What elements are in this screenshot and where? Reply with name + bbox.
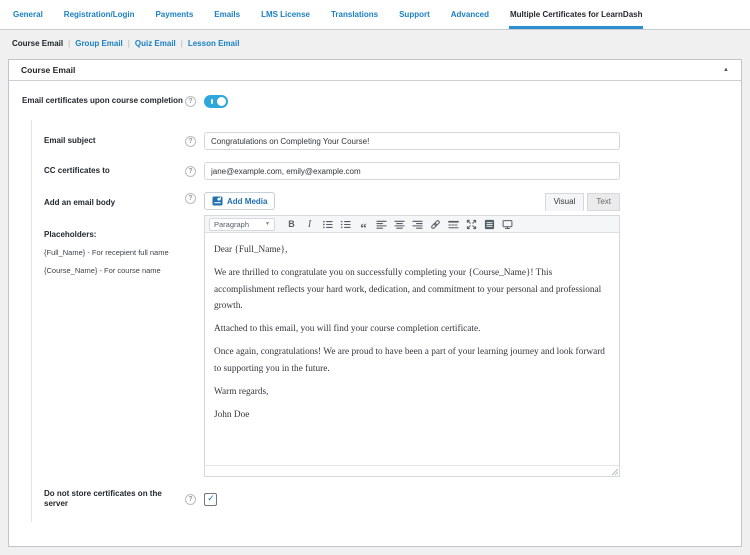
do-not-store-checkbox[interactable]: ✓ [204, 492, 217, 506]
add-media-label: Add Media [227, 196, 268, 206]
help-icon-email-subject[interactable]: ? [185, 135, 196, 147]
tab-payments[interactable]: Payments [154, 0, 194, 29]
tab-advanced[interactable]: Advanced [450, 0, 490, 29]
placeholder-course-name: {Course_Name} - For course name [44, 266, 161, 275]
email-body-paragraph: Attached to this email, you will find yo… [214, 324, 481, 335]
text-tab[interactable]: Text [587, 193, 620, 211]
help-icon-email-certificates[interactable]: ? [185, 96, 196, 107]
subnav-separator: | [127, 39, 130, 48]
align-left-button[interactable] [374, 217, 389, 231]
email-type-subnav: Course Email | Group Email | Quiz Email … [12, 39, 750, 48]
subnav-separator: | [68, 39, 71, 48]
chevron-down-icon: ▼ [265, 221, 270, 227]
read-more-button[interactable] [446, 217, 461, 231]
align-right-button[interactable] [410, 217, 425, 231]
numbered-list-button[interactable] [338, 217, 353, 231]
distraction-free-button[interactable] [500, 217, 515, 231]
email-body-paragraph: John Doe [214, 410, 250, 421]
email-body-label-column: Add an email body Placeholders: {Full_Na… [44, 192, 185, 275]
tab-translations[interactable]: Translations [330, 0, 379, 29]
bulleted-list-icon [323, 220, 333, 228]
fullscreen-icon [466, 219, 477, 229]
tab-support[interactable]: Support [398, 0, 431, 29]
cc-certificates-label: CC certificates to [44, 165, 110, 175]
tab-emails[interactable]: Emails [213, 0, 241, 29]
align-right-icon [412, 220, 423, 229]
email-subject-row: Email subject ? [44, 132, 729, 150]
link-icon [431, 219, 440, 229]
do-not-store-row: Do not store certificates on the server … [44, 489, 729, 510]
toolbar-toggle-icon [484, 219, 495, 229]
align-left-icon [376, 220, 387, 229]
paragraph-format-label: Paragraph [214, 219, 250, 229]
editor-mode-tabs: Visual Text [544, 193, 620, 211]
add-media-button[interactable]: Add Media [204, 192, 276, 210]
toggle-knob [217, 97, 226, 106]
email-certificates-toggle-label: Email certificates upon course completio… [22, 96, 183, 106]
editor-media-bar: Add Media Visual Text [204, 192, 620, 211]
monitor-icon [502, 219, 513, 229]
help-icon-cc-certificates[interactable]: ? [185, 165, 196, 177]
tab-general[interactable]: General [12, 0, 44, 29]
email-body-paragraph: Dear {Full_Name}, [214, 245, 288, 255]
settings-tab-bar: General Registration/Login Payments Emai… [0, 0, 750, 30]
fullscreen-button[interactable] [464, 217, 479, 231]
email-certificates-toggle[interactable] [204, 95, 228, 108]
subnav-quiz-email[interactable]: Quiz Email [135, 39, 176, 48]
visual-tab[interactable]: Visual [544, 193, 585, 211]
help-icon-email-body[interactable]: ? [185, 193, 196, 204]
email-certificates-toggle-row: Email certificates upon course completio… [22, 95, 729, 108]
email-body-editor: Add Media Visual Text Paragraph ▼ B I “ … [204, 192, 620, 477]
bulleted-list-button[interactable] [320, 217, 335, 231]
read-more-icon [448, 220, 459, 228]
subnav-lesson-email[interactable]: Lesson Email [188, 39, 240, 48]
editor-toolbar: Paragraph ▼ B I “ [205, 216, 619, 234]
editor-status-bar [205, 465, 619, 476]
toolbar-toggle-button[interactable] [482, 217, 497, 231]
subnav-group-email[interactable]: Group Email [75, 39, 123, 48]
email-body-row: Add an email body Placeholders: {Full_Na… [44, 192, 729, 477]
email-body-paragraph: We are thrilled to congratulate you on s… [214, 268, 602, 311]
cc-certificates-input[interactable] [204, 162, 620, 180]
align-center-icon [394, 220, 405, 229]
panel-title: Course Email [21, 65, 76, 75]
align-center-button[interactable] [392, 217, 407, 231]
do-not-store-label: Do not store certificates on the server [44, 489, 162, 509]
panel-body: Email certificates upon course completio… [9, 81, 741, 546]
placeholder-full-name: {Full_Name} - For recepient full name [44, 248, 169, 257]
email-body-content[interactable]: Dear {Full_Name}, We are thrilled to con… [205, 233, 619, 465]
email-body-label: Add an email body [44, 198, 116, 207]
add-media-icon [212, 196, 223, 206]
blockquote-button[interactable]: “ [356, 217, 371, 234]
email-subject-label: Email subject [44, 135, 96, 145]
help-icon-do-not-store[interactable]: ? [185, 493, 196, 505]
numbered-list-icon [340, 220, 351, 228]
plugin-settings-page: General Registration/Login Payments Emai… [0, 0, 750, 547]
toggle-on-mark-icon [211, 99, 213, 104]
cc-certificates-row: CC certificates to ? [44, 162, 729, 180]
checkmark-icon: ✓ [207, 492, 215, 503]
collapse-arrow-icon: ▲ [723, 67, 729, 73]
certificate-email-settings-group: Email subject ? CC certificates to ? Add… [31, 120, 729, 522]
course-email-panel-header[interactable]: Course Email ▲ [9, 60, 741, 81]
tab-lms-license[interactable]: LMS License [260, 0, 311, 29]
tab-registration-login[interactable]: Registration/Login [63, 0, 136, 29]
editor-frame: Paragraph ▼ B I “ Dear {Full_Name}, We a… [204, 215, 620, 477]
italic-button[interactable]: I [302, 217, 317, 231]
paragraph-format-dropdown[interactable]: Paragraph ▼ [209, 217, 275, 231]
email-subject-input[interactable] [204, 132, 620, 150]
email-body-paragraph: Once again, congratulations! We are prou… [214, 347, 605, 374]
bold-button[interactable]: B [284, 217, 299, 231]
course-email-panel: Course Email ▲ Email certificates upon c… [8, 59, 742, 547]
subnav-course-email[interactable]: Course Email [12, 39, 63, 48]
resize-handle[interactable] [610, 467, 618, 475]
placeholders-title: Placeholders: [44, 230, 97, 239]
subnav-separator: | [180, 39, 183, 48]
email-body-paragraph: Warm regards, [214, 386, 269, 397]
tab-multiple-certificates[interactable]: Multiple Certificates for LearnDash [509, 0, 644, 29]
panel-collapse-button[interactable]: ▲ [721, 67, 731, 73]
link-button[interactable] [428, 217, 443, 231]
